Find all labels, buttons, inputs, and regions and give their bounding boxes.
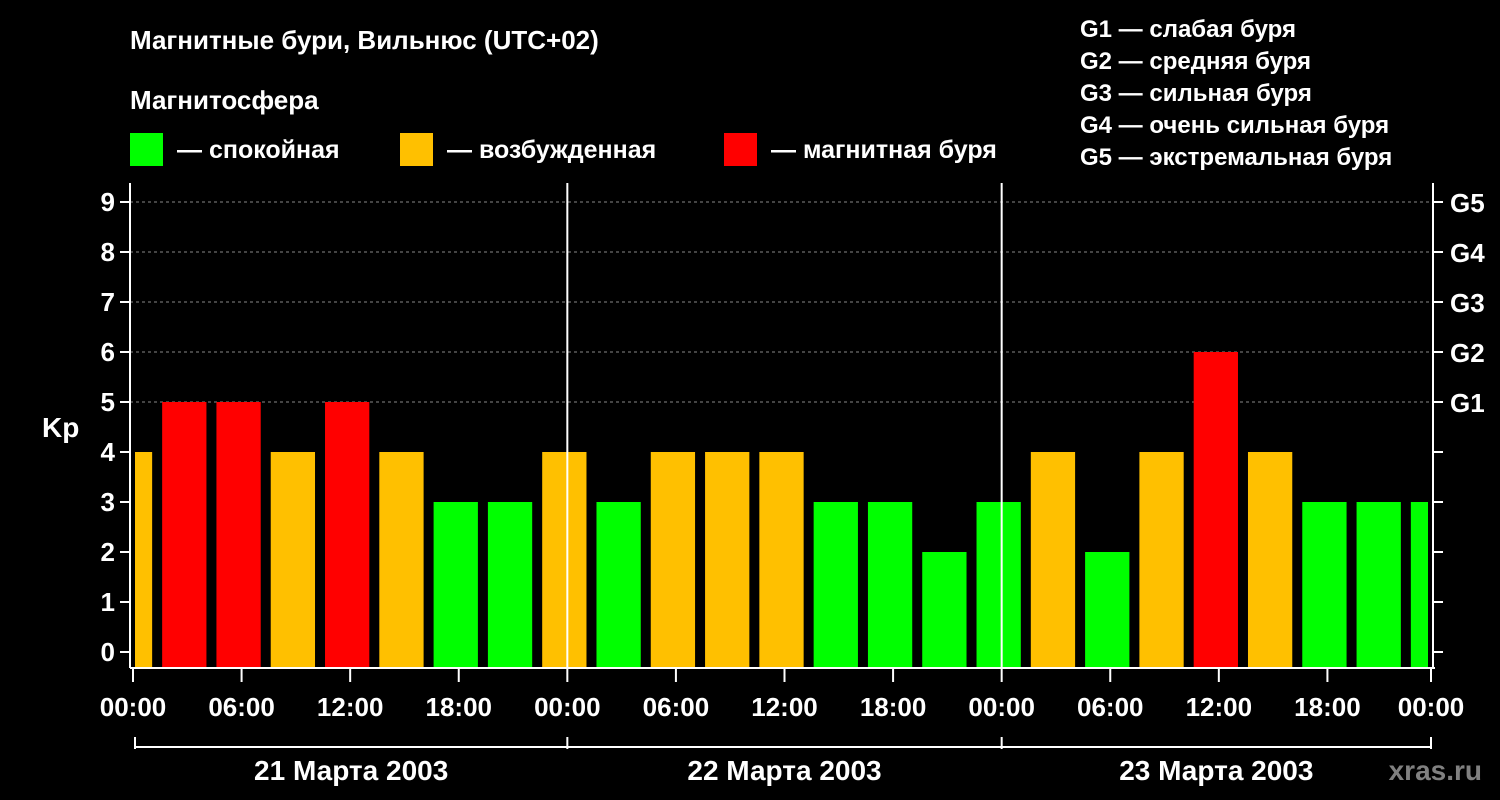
day-labels: 21 Марта 2003 22 Марта 2003 23 Марта 2003	[134, 737, 1432, 786]
y-tick-label: 5	[101, 387, 115, 417]
g-axis-label: G2	[1450, 338, 1485, 368]
x-tick-label: 12:00	[1186, 692, 1253, 722]
kp-bar	[867, 502, 913, 668]
kp-bar	[216, 402, 261, 668]
x-tick-label: 18:00	[1294, 692, 1361, 722]
watermark: xras.ru	[1389, 755, 1482, 786]
y-tick-label: 6	[101, 337, 115, 367]
kp-bar	[705, 452, 750, 668]
g-legend-g1: G1 — слабая буря	[1080, 16, 1296, 43]
kp-bar	[1356, 502, 1401, 668]
x-tick-label: 12:00	[317, 692, 384, 722]
g-axis-label: G5	[1450, 188, 1485, 218]
day-label: 23 Марта 2003	[1119, 755, 1313, 786]
g-legend-g4: G4 — очень сильная буря	[1080, 112, 1389, 139]
day-label: 22 Марта 2003	[687, 755, 881, 786]
g-legend-g2: G2 — средняя буря	[1080, 48, 1311, 75]
kp-bar	[135, 452, 153, 668]
y-tick-label: 1	[101, 587, 115, 617]
kp-bar	[487, 502, 533, 668]
x-tick-label: 18:00	[860, 692, 927, 722]
x-tick-label: 06:00	[208, 692, 275, 722]
x-tick-label: 00:00	[100, 692, 167, 722]
kp-bar	[596, 502, 641, 668]
y-tick-label: 2	[101, 537, 115, 567]
kp-bar	[1139, 452, 1184, 668]
g-scale-legend: G1 — слабая буря G2 — средняя буря G3 — …	[1080, 16, 1392, 171]
x-tick-label: 00:00	[1398, 692, 1465, 722]
g-axis-label: G3	[1450, 288, 1485, 318]
kp-bar	[162, 402, 207, 668]
g-legend-g5: G5 — экстремальная буря	[1080, 144, 1392, 171]
legend-label-storm: — магнитная буря	[771, 136, 997, 164]
g-axis-label: G4	[1450, 238, 1485, 268]
chart-title: Магнитные бури, Вильнюс (UTC+02)	[130, 25, 599, 55]
kp-bar	[542, 452, 587, 668]
kp-bar	[1410, 502, 1428, 668]
legend-label-unsettled: — возбужденная	[447, 136, 656, 164]
kp-bar	[650, 452, 696, 668]
kp-bar	[1030, 452, 1076, 668]
legend-swatch-unsettled	[400, 133, 433, 166]
kp-bar	[813, 502, 858, 668]
legend-swatch-quiet	[130, 133, 163, 166]
y-tick-label: 8	[101, 237, 115, 267]
y-axis-label: Kp	[42, 412, 79, 443]
x-tick-label: 00:00	[534, 692, 601, 722]
y-tick-label: 9	[101, 187, 115, 217]
kp-bar	[325, 402, 370, 668]
x-tick-label: 00:00	[968, 692, 1035, 722]
kp-bar	[1302, 502, 1347, 668]
kp-bar	[922, 552, 967, 668]
kp-bar	[759, 452, 804, 668]
kp-bar	[976, 502, 1021, 668]
y-tick-label: 3	[101, 487, 115, 517]
chart-subtitle: Магнитосфера	[130, 85, 319, 115]
bars	[135, 352, 1428, 668]
kp-chart: Магнитные бури, Вильнюс (UTC+02) Магнито…	[42, 16, 1485, 786]
x-axis-ticks: 00:00 06:00 12:00 18:00 00:00 06:00 12:00 18:00…	[100, 668, 1465, 722]
x-tick-label: 12:00	[751, 692, 818, 722]
kp-bar	[1247, 452, 1293, 668]
x-tick-label: 18:00	[426, 692, 493, 722]
legend-label-quiet: — спокойная	[177, 136, 340, 164]
y-tick-label: 4	[101, 437, 116, 467]
x-tick-label: 06:00	[1077, 692, 1144, 722]
kp-bar	[1193, 352, 1238, 668]
kp-bar	[379, 452, 424, 668]
legend: — спокойная — возбужденная — магнитная б…	[130, 133, 997, 166]
day-label: 21 Марта 2003	[254, 755, 448, 786]
kp-bar	[433, 502, 478, 668]
kp-bar	[270, 452, 316, 668]
g-axis-ticks: G1 G2 G3 G4 G5	[1450, 188, 1485, 418]
g-axis-label: G1	[1450, 388, 1485, 418]
y-tick-label: 7	[101, 287, 115, 317]
legend-swatch-storm	[724, 133, 757, 166]
g-legend-g3: G3 — сильная буря	[1080, 80, 1312, 107]
y-tick-label: 0	[101, 637, 115, 667]
kp-bar	[1085, 552, 1130, 668]
x-tick-label: 06:00	[643, 692, 710, 722]
